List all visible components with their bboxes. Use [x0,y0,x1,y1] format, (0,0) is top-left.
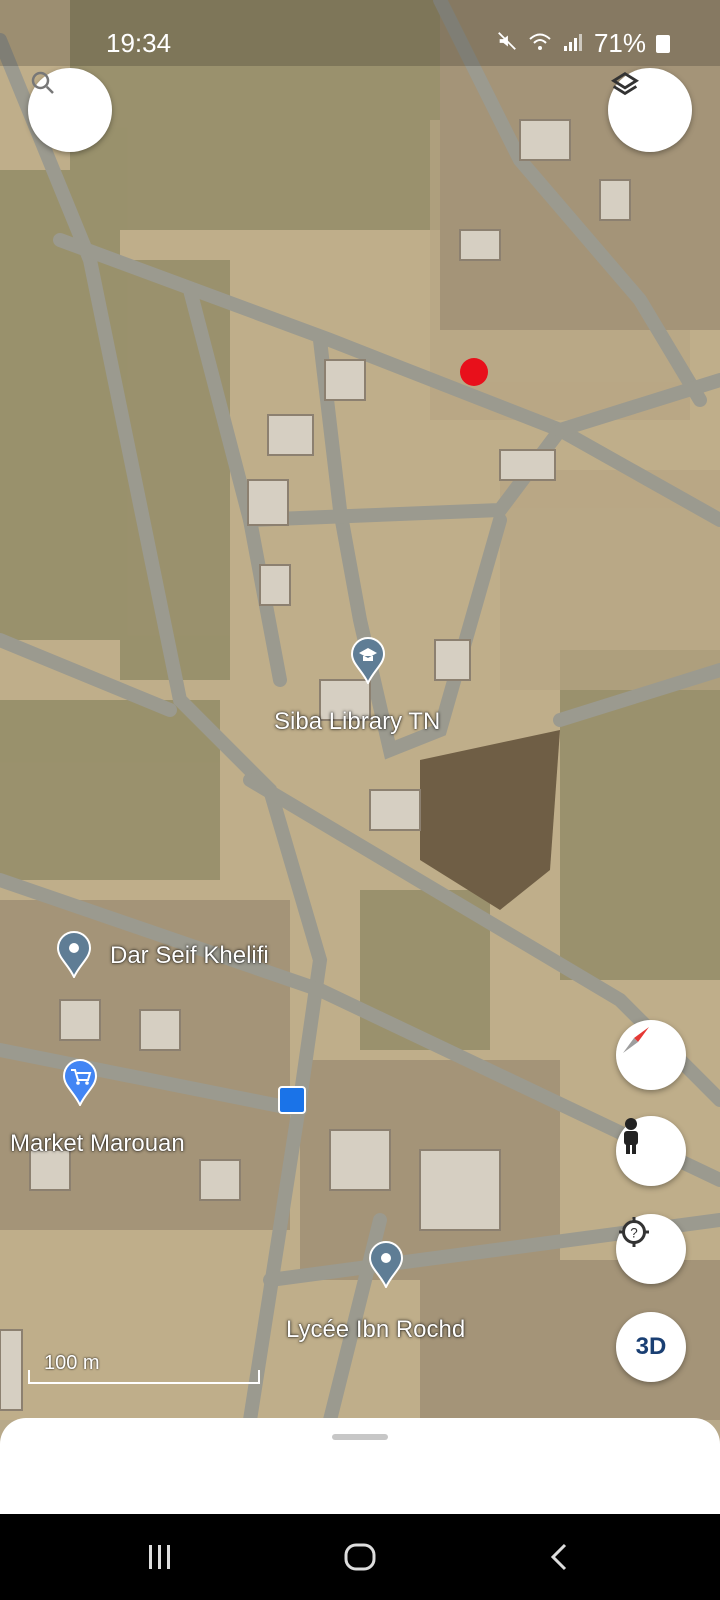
status-icons: 71% [496,28,670,59]
layers-icon [610,71,640,96]
recents-button[interactable] [130,1532,190,1582]
back-icon [550,1543,567,1571]
wifi-icon [528,28,552,59]
school-icon[interactable] [350,636,386,684]
back-button[interactable] [530,1532,590,1582]
place-label[interactable]: Siba Library TN [274,708,440,736]
status-bar: 19:34 71% [0,0,720,66]
home-button[interactable] [330,1532,390,1582]
place-label[interactable]: Market Marouan [10,1130,185,1158]
battery-percent: 71% [593,28,646,58]
my-location-icon: ? [619,1217,649,1247]
compass-icon [623,1027,649,1053]
bus-stop-icon[interactable] [278,1086,306,1114]
place-label[interactable]: Dar Seif Khelifi [110,942,269,970]
svg-text:?: ? [630,1225,638,1240]
signal-icon [562,28,584,59]
home-icon [344,1543,376,1571]
pegman-icon [624,1118,638,1154]
status-time: 19:34 [106,28,172,58]
scale-bar: 100 m [28,1352,260,1384]
mute-icon [496,28,518,59]
bottom-sheet[interactable] [0,1418,720,1514]
selected-location-marker[interactable] [460,358,488,386]
scale-label: 100 m [44,1352,100,1374]
system-navigation-bar [0,1514,720,1600]
3d-toggle-button[interactable]: 3D [616,1312,686,1382]
map-canvas[interactable]: Siba Library TN Dar Seif Khelifi Market … [0,0,720,1420]
place-pin-icon[interactable] [56,930,92,978]
layers-button[interactable] [608,68,692,152]
my-location-button[interactable]: ? [616,1214,686,1284]
place-label[interactable]: Lycée Ibn Rochd [286,1316,465,1344]
search-icon [31,71,54,94]
sheet-drag-handle[interactable] [332,1434,388,1440]
recents-icon [149,1545,170,1569]
battery-icon [656,34,670,53]
street-view-button[interactable] [616,1116,686,1186]
shopping-cart-icon[interactable] [62,1058,98,1106]
place-pin-icon[interactable] [368,1240,404,1288]
compass-button[interactable] [616,1020,686,1090]
search-button[interactable] [28,68,112,152]
